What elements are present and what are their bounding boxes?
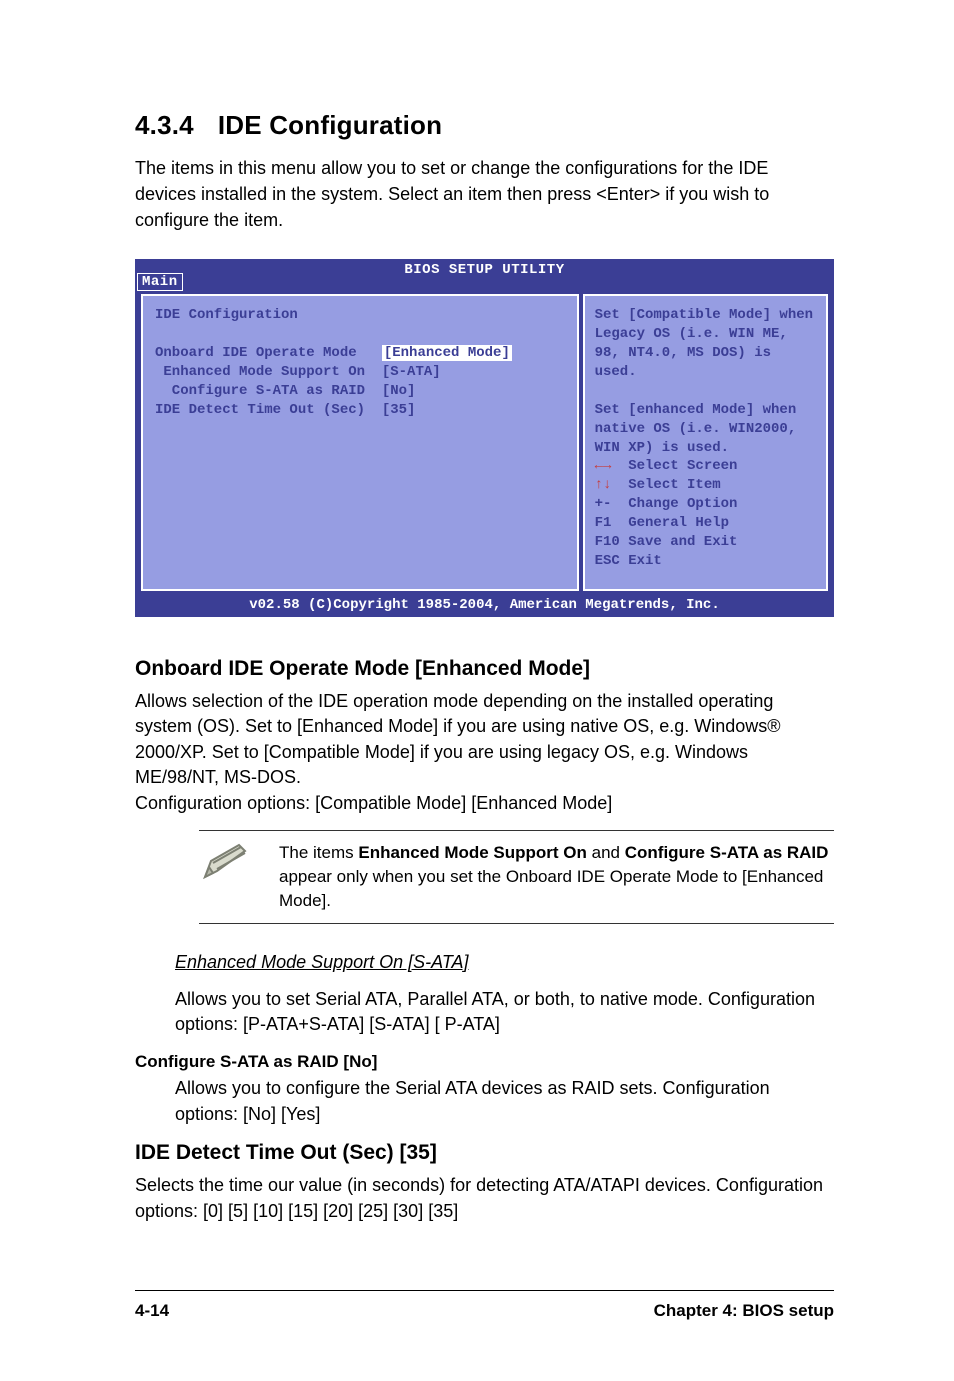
note-callout: The items Enhanced Mode Support On and C… [199, 830, 834, 923]
note-text: The items Enhanced Mode Support On and C… [279, 841, 834, 912]
note-bold-1: Enhanced Mode Support On [358, 843, 587, 862]
intro-paragraph: The items in this menu allow you to set … [135, 155, 834, 233]
note-pencil-icon [199, 841, 253, 883]
section-number: 4.3.4 [135, 110, 194, 140]
raid-heading: Configure S-ATA as RAID [No] [135, 1052, 834, 1072]
timeout-body: Selects the time our value (in seconds) … [135, 1173, 834, 1224]
note-mid: and [587, 843, 625, 862]
raid-body: Allows you to configure the Serial ATA d… [175, 1076, 834, 1127]
bios-screen: BIOS SETUP UTILITY Main IDE Configuratio… [135, 259, 834, 616]
note-prefix: The items [279, 843, 358, 862]
onboard-body: Allows selection of the IDE operation mo… [135, 689, 834, 791]
bios-title: BIOS SETUP UTILITY [404, 262, 564, 278]
bios-titlebar: BIOS SETUP UTILITY Main [135, 259, 834, 290]
bios-nav: ←→ Select Screen ↑↓ Select Item +- Chang… [595, 457, 816, 578]
bios-tab-main: Main [137, 273, 183, 291]
enhanced-mode-body: Allows you to set Serial ATA, Parallel A… [175, 987, 834, 1038]
enhanced-mode-heading: Enhanced Mode Support On [S-ATA] [175, 952, 834, 973]
page-footer: 4-14 Chapter 4: BIOS setup [135, 1290, 834, 1321]
bios-left-panel: IDE Configuration Onboard IDE Operate Mo… [141, 294, 579, 590]
chapter-label: Chapter 4: BIOS setup [654, 1301, 834, 1321]
section-heading: 4.3.4 IDE Configuration [135, 110, 834, 141]
bios-footer: v02.58 (C)Copyright 1985-2004, American … [135, 595, 834, 617]
bios-right-panel: Set [Compatible Mode] when Legacy OS (i.… [583, 294, 828, 590]
bios-body: IDE Configuration Onboard IDE Operate Mo… [135, 290, 834, 594]
section-title: IDE Configuration [218, 110, 442, 140]
note-suffix: appear only when you set the Onboard IDE… [279, 867, 823, 910]
timeout-heading: IDE Detect Time Out (Sec) [35] [135, 1141, 834, 1165]
note-bold-2: Configure S-ATA as RAID [625, 843, 829, 862]
page-number: 4-14 [135, 1301, 169, 1321]
onboard-heading: Onboard IDE Operate Mode [Enhanced Mode] [135, 657, 834, 681]
bios-help-text: Set [Compatible Mode] when Legacy OS (i.… [595, 306, 816, 457]
onboard-options: Configuration options: [Compatible Mode]… [135, 791, 834, 817]
